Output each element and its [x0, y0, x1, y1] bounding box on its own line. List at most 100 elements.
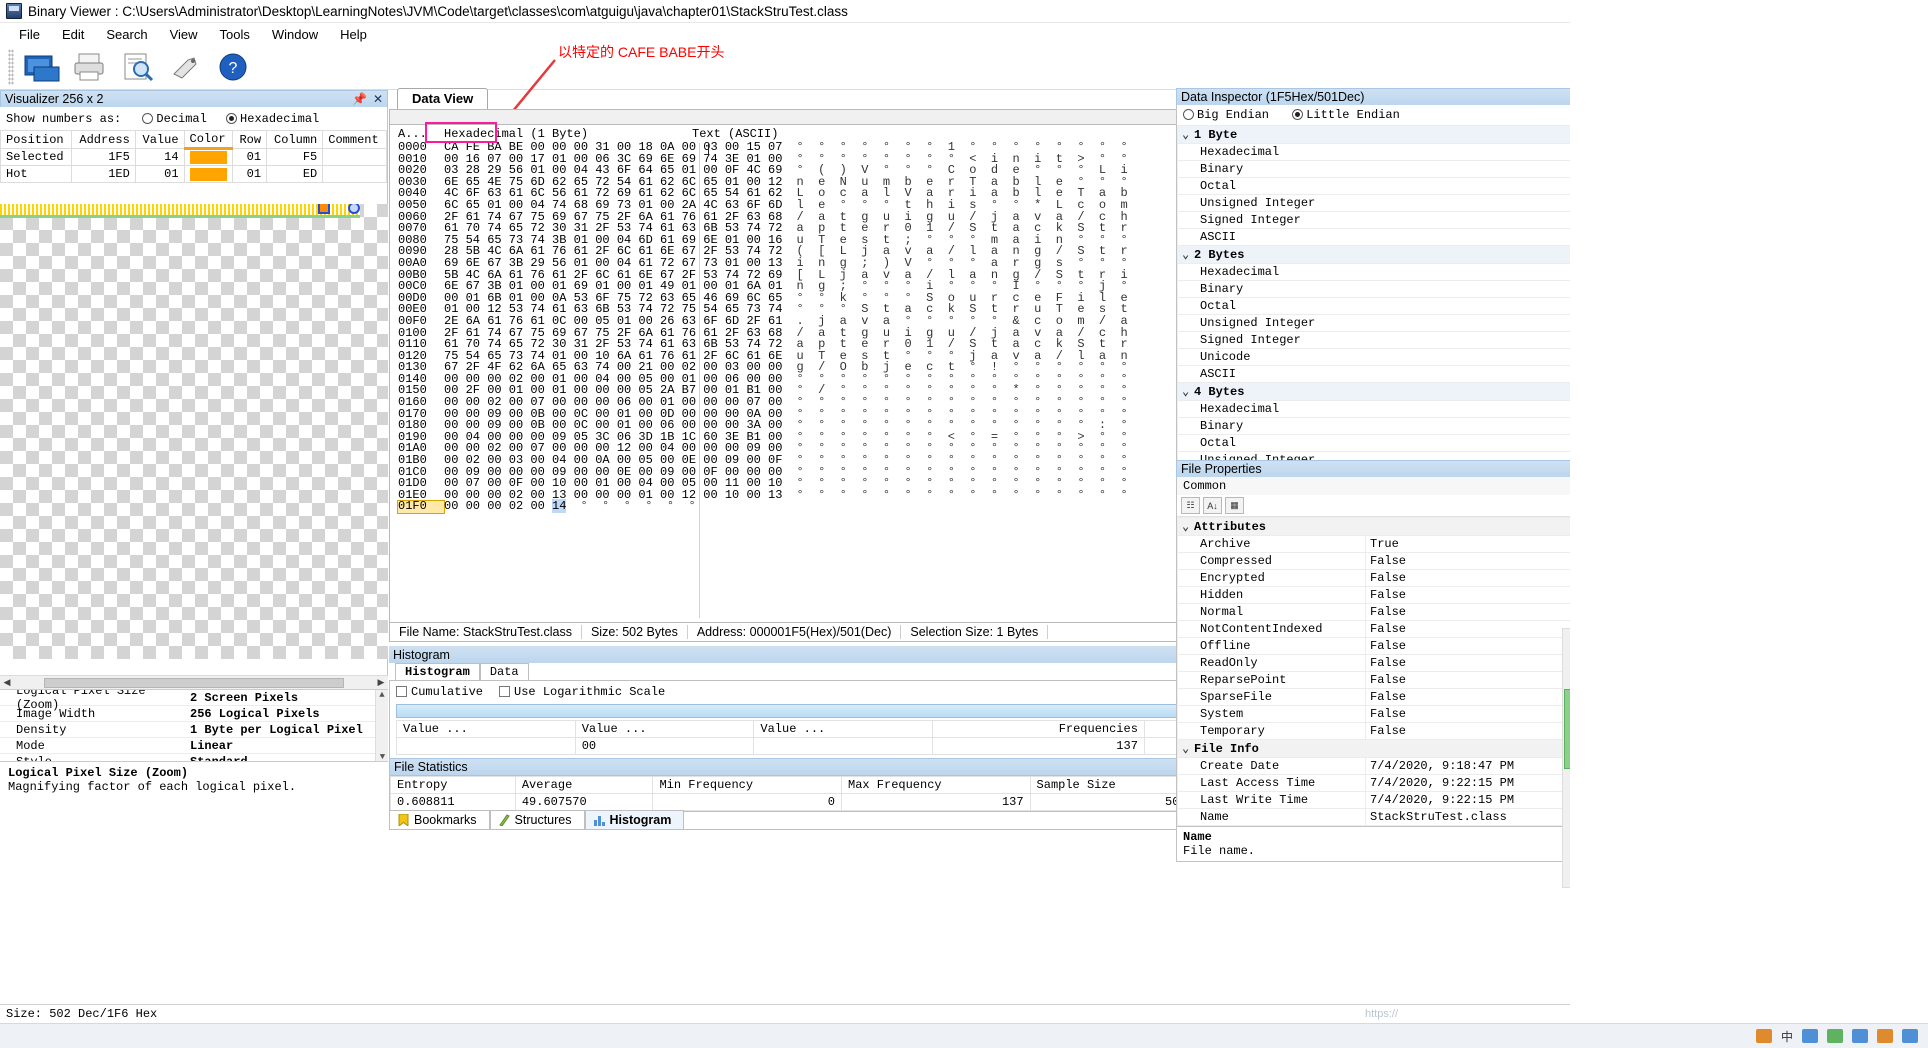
cell-address: 1F5 — [71, 148, 136, 166]
col-comment[interactable]: Comment — [322, 130, 387, 149]
scroll-right-arrow[interactable]: ▶ — [374, 677, 388, 688]
scroll-down-arrow[interactable]: ▼ — [376, 752, 388, 761]
selected-byte: 14 — [552, 499, 567, 514]
property-row[interactable]: Logical Pixel Size (Zoom) 2 Screen Pixel… — [0, 690, 388, 712]
col-address[interactable]: Address — [71, 130, 136, 149]
scroll-thumb[interactable] — [44, 677, 344, 688]
battery-icon[interactable] — [1877, 1029, 1893, 1043]
hex-column-divider — [699, 143, 700, 618]
cell-row: 01 — [232, 165, 268, 183]
chevron-down-icon[interactable]: ⌄ — [1182, 741, 1194, 756]
tab-histogram-bottom[interactable]: Histogram — [584, 810, 685, 829]
menu-item-tools[interactable]: Tools — [209, 25, 261, 44]
note-title: Name — [1183, 830, 1212, 844]
tab-bookmarks[interactable]: Bookmarks — [389, 810, 490, 829]
properties-scrollbar[interactable]: ▲ ▼ — [375, 690, 388, 761]
sort-category-icon[interactable]: ☷ — [1181, 497, 1200, 514]
hex-row-ascii[interactable]: ° ° ° ° ° ° ° ° ° ° ° ° ° ° ° ° — [796, 489, 1127, 502]
taskbar[interactable]: 中 — [0, 1023, 1928, 1048]
checkbox-logarithmic[interactable]: Use Logarithmic Scale — [499, 685, 665, 699]
cell-color — [183, 165, 234, 183]
radio-big-endian[interactable]: Big Endian — [1183, 108, 1269, 122]
col-value-2[interactable]: Value ... — [574, 720, 755, 738]
col-value-3[interactable]: Value ... — [753, 720, 934, 738]
scroll-left-arrow[interactable]: ◀ — [0, 677, 14, 688]
chevron-down-icon[interactable]: ⌄ — [1182, 519, 1194, 534]
radio-little-endian[interactable]: Little Endian — [1292, 108, 1400, 122]
checkbox-cumulative[interactable]: Cumulative — [396, 685, 483, 699]
print-button[interactable] — [66, 46, 114, 88]
find-button[interactable] — [114, 46, 162, 88]
show-numbers-label: Show numbers as: — [6, 112, 122, 126]
settings-button[interactable] — [162, 46, 210, 88]
properties-key: ReparsePoint — [1177, 671, 1366, 689]
ime-label[interactable]: 中 — [1781, 1028, 1793, 1045]
scroll-up-arrow[interactable]: ▲ — [376, 690, 388, 700]
hex-header-text: Text (ASCII) — [692, 127, 779, 141]
menu-item-view[interactable]: View — [159, 25, 209, 44]
properties-key: System — [1177, 705, 1366, 723]
col-entropy[interactable]: Entropy — [390, 776, 516, 794]
menu-item-search[interactable]: Search — [95, 25, 158, 44]
tab-data-view[interactable]: Data View — [397, 88, 489, 109]
col-column[interactable]: Column — [266, 130, 324, 149]
chevron-down-icon[interactable]: ⌄ — [1182, 247, 1194, 262]
radio-hexadecimal[interactable]: Hexadecimal — [226, 112, 319, 126]
hex-row-bytes[interactable]: 00 00 00 02 00 14 — [444, 499, 567, 514]
hot-pixel-marker[interactable] — [348, 204, 360, 214]
col-sample-size[interactable]: Sample Size — [1029, 776, 1194, 794]
hex-row-ascii[interactable]: ° ° ° ° ° ° — [580, 501, 695, 513]
histogram-icon — [593, 816, 605, 826]
system-tray[interactable]: 中 — [1755, 1028, 1928, 1045]
radio-decimal[interactable]: Decimal — [142, 112, 214, 126]
color-swatch — [189, 167, 228, 181]
menu-item-file[interactable]: File — [8, 25, 51, 44]
close-icon[interactable]: ✕ — [373, 93, 383, 105]
help-button[interactable]: ? — [210, 46, 258, 88]
selected-pixel-marker[interactable] — [318, 204, 330, 214]
pin-icon[interactable]: 📌 — [352, 93, 367, 105]
sort-alpha-icon[interactable]: A↓ — [1203, 497, 1222, 514]
properties-pages-icon[interactable]: ▦ — [1225, 497, 1244, 514]
menu-item-window[interactable]: Window — [261, 25, 329, 44]
table-row[interactable]: Hot 1ED 01 01 ED — [0, 165, 387, 183]
status-selection-size: Selection Size: 1 Bytes — [901, 625, 1049, 639]
tab-histogram[interactable]: Histogram — [395, 663, 480, 680]
menu-item-edit[interactable]: Edit — [51, 25, 95, 44]
chevron-down-icon[interactable]: ⌄ — [1182, 127, 1194, 142]
col-value[interactable]: Value — [134, 130, 185, 149]
visualizer-hscrollbar[interactable]: ◀ ▶ — [0, 675, 388, 689]
visualizer-header-tools[interactable]: 📌 ✕ — [352, 93, 383, 105]
property-row[interactable]: Mode Linear — [0, 738, 388, 754]
visualizer-canvas[interactable] — [0, 204, 388, 674]
col-frequencies[interactable]: Frequencies — [932, 720, 1145, 738]
volume-icon[interactable] — [1802, 1029, 1818, 1043]
col-value-1[interactable]: Value ... — [396, 720, 576, 738]
col-max-frequency[interactable]: Max Frequency — [841, 776, 1031, 794]
col-row[interactable]: Row — [232, 130, 268, 149]
visualizer-checkerboard — [0, 204, 388, 659]
open-file-button[interactable] — [18, 46, 66, 88]
property-row[interactable]: Density 1 Byte per Logical Pixel — [0, 722, 388, 738]
table-row[interactable]: Selected 1F5 14 01 F5 — [0, 148, 387, 166]
col-position[interactable]: Position — [0, 130, 73, 149]
col-min-frequency[interactable]: Min Frequency — [652, 776, 842, 794]
chevron-down-icon[interactable]: ⌄ — [1182, 384, 1194, 399]
clock-icon[interactable] — [1902, 1029, 1918, 1043]
cell-column: ED — [266, 165, 324, 183]
tab-data[interactable]: Data — [479, 663, 529, 680]
network-icon[interactable] — [1827, 1029, 1843, 1043]
col-color[interactable]: Color — [183, 130, 234, 150]
property-row[interactable]: Image Width 256 Logical Pixels — [0, 706, 388, 722]
col-average[interactable]: Average — [514, 776, 654, 794]
toolbar-grip[interactable] — [8, 49, 14, 85]
visualizer-header: Visualizer 256 x 2 📌 ✕ — [0, 90, 388, 107]
ime-icon[interactable] — [1755, 1029, 1772, 1043]
keyboard-icon[interactable] — [1852, 1029, 1868, 1043]
tab-structures[interactable]: Structures — [489, 810, 585, 829]
cell-address: 1ED — [71, 165, 136, 183]
print-icon — [74, 53, 104, 81]
property-value: 2 Screen Pixels — [190, 690, 299, 705]
menu-item-help[interactable]: Help — [329, 25, 378, 44]
property-row[interactable]: Style Standard — [0, 754, 388, 762]
